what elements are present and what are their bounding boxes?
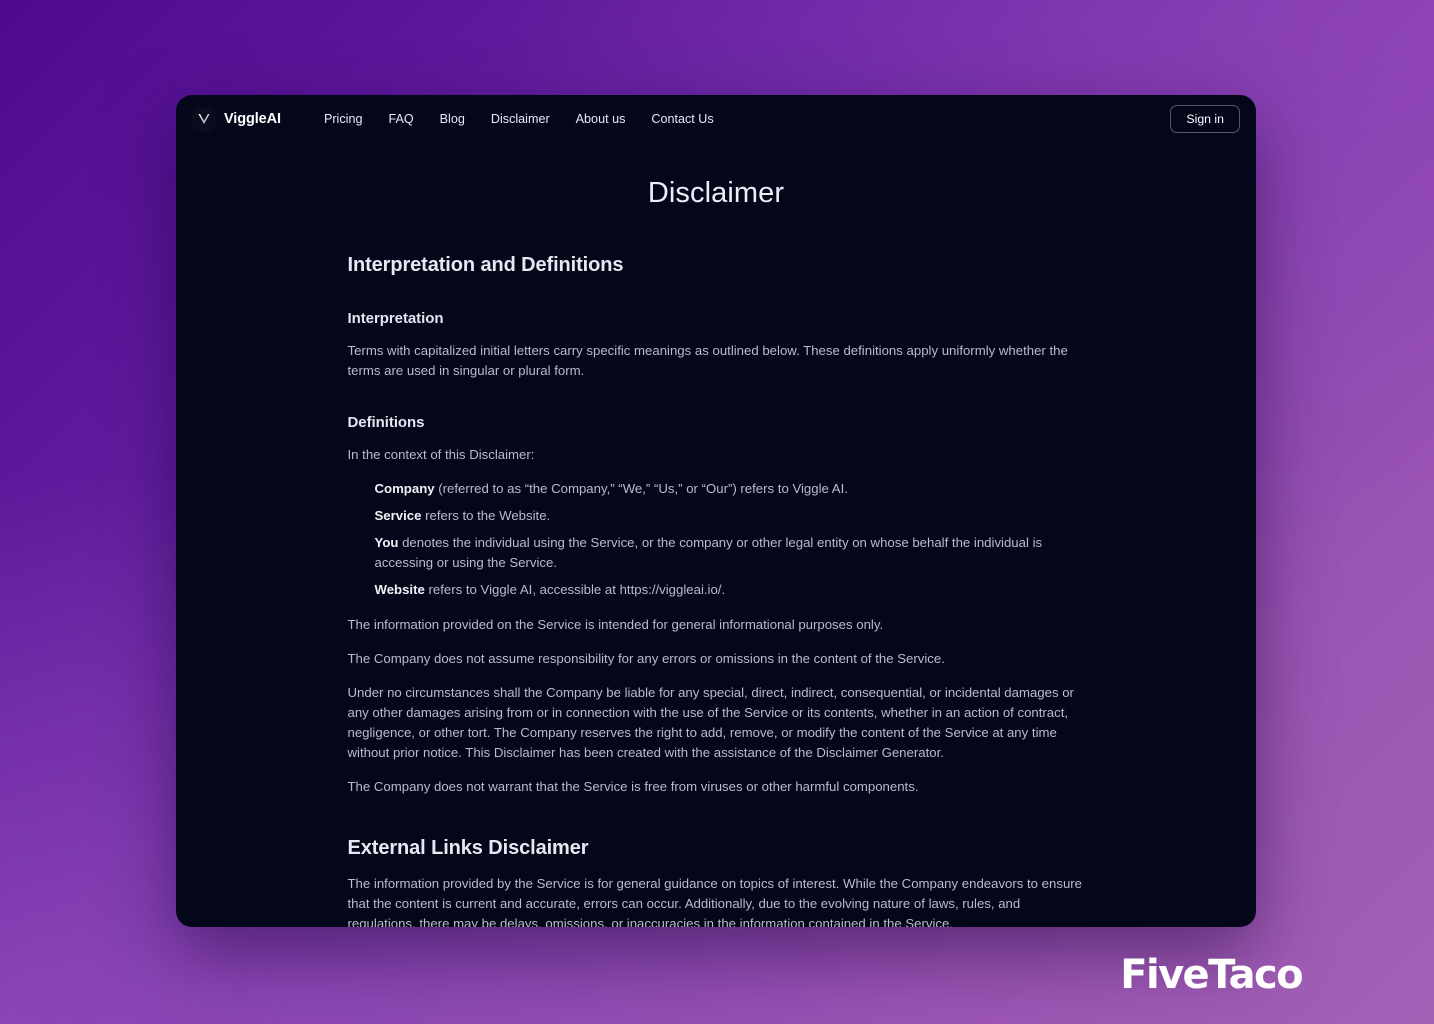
nav-links: Pricing FAQ Blog Disclaimer About us Con… [311, 110, 727, 128]
fivetaco-watermark: FiveTaco [1120, 952, 1303, 998]
section-heading-interpretation-and-definitions: Interpretation and Definitions [347, 254, 624, 276]
paragraph-definitions-intro: In the context of this Disclaimer: [347, 447, 535, 463]
list-item: Service refers to the Website. [375, 506, 1085, 526]
paragraph-external-guidance: The information provided by the Service … [347, 875, 1083, 927]
definition-text: refers to the Website. [421, 508, 551, 524]
nav-item: Blog [427, 110, 478, 128]
definition-text: refers to Viggle AI, accessible at https… [424, 582, 726, 598]
nav-item: Pricing [311, 110, 376, 128]
definition-term: You [374, 535, 399, 551]
nav-item: FAQ [375, 110, 426, 128]
definition-term: Service [374, 508, 422, 524]
subsection-heading-interpretation: Interpretation [347, 310, 444, 327]
definition-text: (referred to as “the Company,” “We,” “Us… [434, 481, 848, 497]
page-title: Disclaimer [647, 177, 785, 209]
list-item: Company (referred to as “the Company,” “… [375, 479, 1085, 499]
nav-link-pricing[interactable]: Pricing [311, 106, 376, 132]
definition-term: Company [374, 481, 435, 497]
brand-logo-link[interactable]: ViggleAI [192, 107, 281, 131]
definitions-list: Company (referred to as “the Company,” “… [348, 479, 1085, 600]
v-logo-icon [192, 107, 216, 131]
list-item: Website refers to Viggle AI, accessible … [375, 580, 1085, 600]
nav-item: About us [563, 110, 639, 128]
definition-text: denotes the individual using the Service… [374, 535, 1043, 571]
paragraph-general-purpose: The information provided on the Service … [347, 616, 884, 632]
nav-item: Contact Us [638, 110, 726, 128]
brand-name: ViggleAI [224, 111, 281, 127]
paragraph-no-responsibility: The Company does not assume responsibili… [347, 650, 945, 666]
sign-in-button[interactable]: Sign in [1170, 105, 1240, 133]
nav-link-about-us[interactable]: About us [563, 106, 639, 132]
nav-link-blog[interactable]: Blog [427, 106, 478, 132]
nav-link-contact-us[interactable]: Contact Us [638, 106, 726, 132]
nav-item: Disclaimer [478, 110, 563, 128]
paragraph-liability: Under no circumstances shall the Company… [347, 684, 1074, 760]
paragraph-viruses: The Company does not warrant that the Se… [347, 778, 919, 794]
subsection-heading-definitions: Definitions [347, 414, 425, 432]
list-item: You denotes the individual using the Ser… [375, 533, 1085, 573]
section-heading-external-links-disclaimer: External Links Disclaimer [347, 836, 589, 859]
legal-content: Interpretation and Definitions Interpret… [348, 210, 1085, 927]
definition-term: Website [374, 582, 425, 598]
site-card: ViggleAI Pricing FAQ Blog Disclaimer Abo… [176, 95, 1256, 927]
nav-link-faq[interactable]: FAQ [375, 106, 426, 132]
nav-link-disclaimer[interactable]: Disclaimer [478, 106, 563, 132]
top-navigation-bar: ViggleAI Pricing FAQ Blog Disclaimer Abo… [176, 95, 1256, 143]
paragraph-interpretation: Terms with capitalized initial letters c… [347, 343, 1068, 379]
page-body: Disclaimer Interpretation and Definition… [176, 177, 1256, 927]
